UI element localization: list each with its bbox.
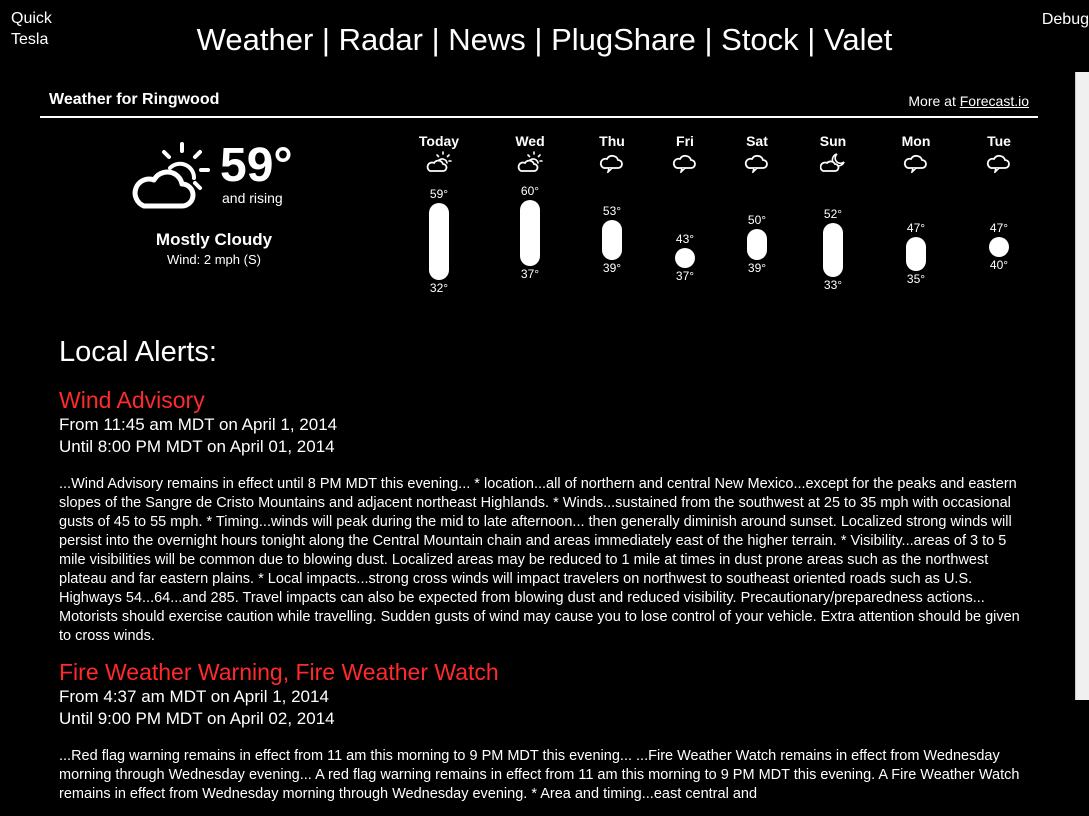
forecast-day-name: Sun <box>819 133 847 149</box>
nav-plugshare[interactable]: PlugShare <box>551 22 696 57</box>
alerts-heading: Local Alerts: <box>59 336 217 368</box>
cloudy-icon <box>599 151 625 175</box>
forecast-low: 39° <box>747 260 767 275</box>
scrollbar-track <box>1076 700 1089 811</box>
nav-stock[interactable]: Stock <box>721 22 799 57</box>
temperature-range-bar <box>747 228 767 260</box>
alert-body: ...Wind Advisory remains in effect until… <box>59 476 1020 644</box>
forecast-day-name: Sat <box>746 133 768 149</box>
forecast-low: 40° <box>989 258 1009 273</box>
forecast-low: 35° <box>906 272 926 287</box>
top-nav: Weather | Radar | News | PlugShare | Sto… <box>0 22 1089 58</box>
nav-separator: | <box>695 22 722 57</box>
forecast-high: 47° <box>906 221 926 236</box>
forecast-low: 37° <box>675 269 695 284</box>
forecast-low: 33° <box>823 277 843 292</box>
partly-cloudy-day-icon <box>132 142 210 209</box>
forecast-day-name: Today <box>418 133 460 149</box>
forecast-day: Sat 50° 39° <box>727 133 787 303</box>
temperature-range-bar <box>602 219 622 260</box>
temperature-range-bar <box>429 202 449 280</box>
forecast-day: Sun 52° 33° <box>803 133 863 303</box>
current-wind: Wind: 2 mph (S) <box>167 252 261 267</box>
nav-separator: | <box>313 22 339 57</box>
forecast-day-name: Mon <box>901 133 931 149</box>
forecast-high: 43° <box>675 232 695 247</box>
forecast-low: 32° <box>429 280 449 295</box>
alert-item: Fire Weather Warning, Fire Weather Watch… <box>59 658 1029 804</box>
forecast-day: Fri 43° 37° <box>655 133 715 303</box>
nav-valet[interactable]: Valet <box>824 22 892 57</box>
nav-separator: | <box>525 22 552 57</box>
cloudy-icon <box>903 151 929 175</box>
nav-news[interactable]: News <box>448 22 526 57</box>
alert-until: Until 8:00 PM MDT on April 01, 2014 <box>59 437 335 456</box>
scrollbar[interactable] <box>1075 72 1089 700</box>
forecast-day-name: Thu <box>599 133 625 149</box>
forecast-day-name: Wed <box>515 133 545 149</box>
alert-body: ...Red flag warning remains in effect fr… <box>59 748 1020 802</box>
partly-cloudy-day-icon <box>426 151 452 173</box>
partly-cloudy-night-icon <box>819 151 846 173</box>
temperature-range-bar <box>675 248 695 269</box>
forecast-day: Thu 53° 39° <box>582 133 642 303</box>
weather-source-prefix: More at <box>908 93 960 109</box>
current-temperature: 59° <box>220 139 293 192</box>
forecast-high: 52° <box>823 206 843 221</box>
cloudy-icon <box>744 151 770 175</box>
forecast-day-name: Tue <box>987 133 1011 149</box>
temperature-range-bar <box>823 222 843 277</box>
forecast-day: Wed 60° 37° <box>500 133 560 303</box>
forecast-high: 47° <box>989 221 1009 236</box>
weather-header: Weather for Ringwood More at Forecast.io <box>40 90 1038 118</box>
alert-title: Fire Weather Warning, Fire Weather Watch <box>59 659 499 685</box>
alert-item: Wind Advisory From 11:45 am MDT on April… <box>59 386 1029 646</box>
forecast-low: 37° <box>520 266 540 281</box>
nav-separator: | <box>423 22 449 57</box>
forecast-day-name: Fri <box>676 133 694 149</box>
forecast-day: Mon 47° 35° <box>886 133 946 303</box>
forecast-high: 53° <box>602 203 622 218</box>
temperature-range-bar <box>906 237 926 272</box>
forecast-high: 50° <box>747 212 767 227</box>
forecast-io-link[interactable]: Forecast.io <box>960 93 1029 109</box>
weather-title: Weather for Ringwood <box>49 91 220 108</box>
weather-source: More at Forecast.io <box>908 93 1029 109</box>
alert-title: Wind Advisory <box>59 387 205 413</box>
alert-from: From 4:37 am MDT on April 1, 2014 <box>59 687 329 706</box>
forecast-day: Today 59° 32° <box>409 133 469 303</box>
temperature-range-bar <box>520 200 540 266</box>
local-alerts: Local Alerts: Wind Advisory From 11:45 a… <box>59 335 1029 816</box>
alert-until: Until 9:00 PM MDT on April 02, 2014 <box>59 709 335 728</box>
cloudy-icon <box>986 151 1012 175</box>
forecast-high: 60° <box>520 184 540 198</box>
forecast-low: 39° <box>602 260 622 275</box>
alert-from: From 11:45 am MDT on April 1, 2014 <box>59 415 338 434</box>
forecast-high: 59° <box>429 186 449 201</box>
current-summary: Mostly Cloudy <box>155 230 273 249</box>
temperature-range-bar <box>989 237 1009 258</box>
forecast-day: Tue 47° 40° <box>969 133 1029 303</box>
cloudy-icon <box>672 151 698 175</box>
partly-cloudy-day-icon <box>517 151 543 173</box>
temperature-trend: and rising <box>222 190 283 206</box>
nav-weather[interactable]: Weather <box>197 22 314 57</box>
nav-separator: | <box>798 22 824 57</box>
nav-radar[interactable]: Radar <box>339 22 423 57</box>
